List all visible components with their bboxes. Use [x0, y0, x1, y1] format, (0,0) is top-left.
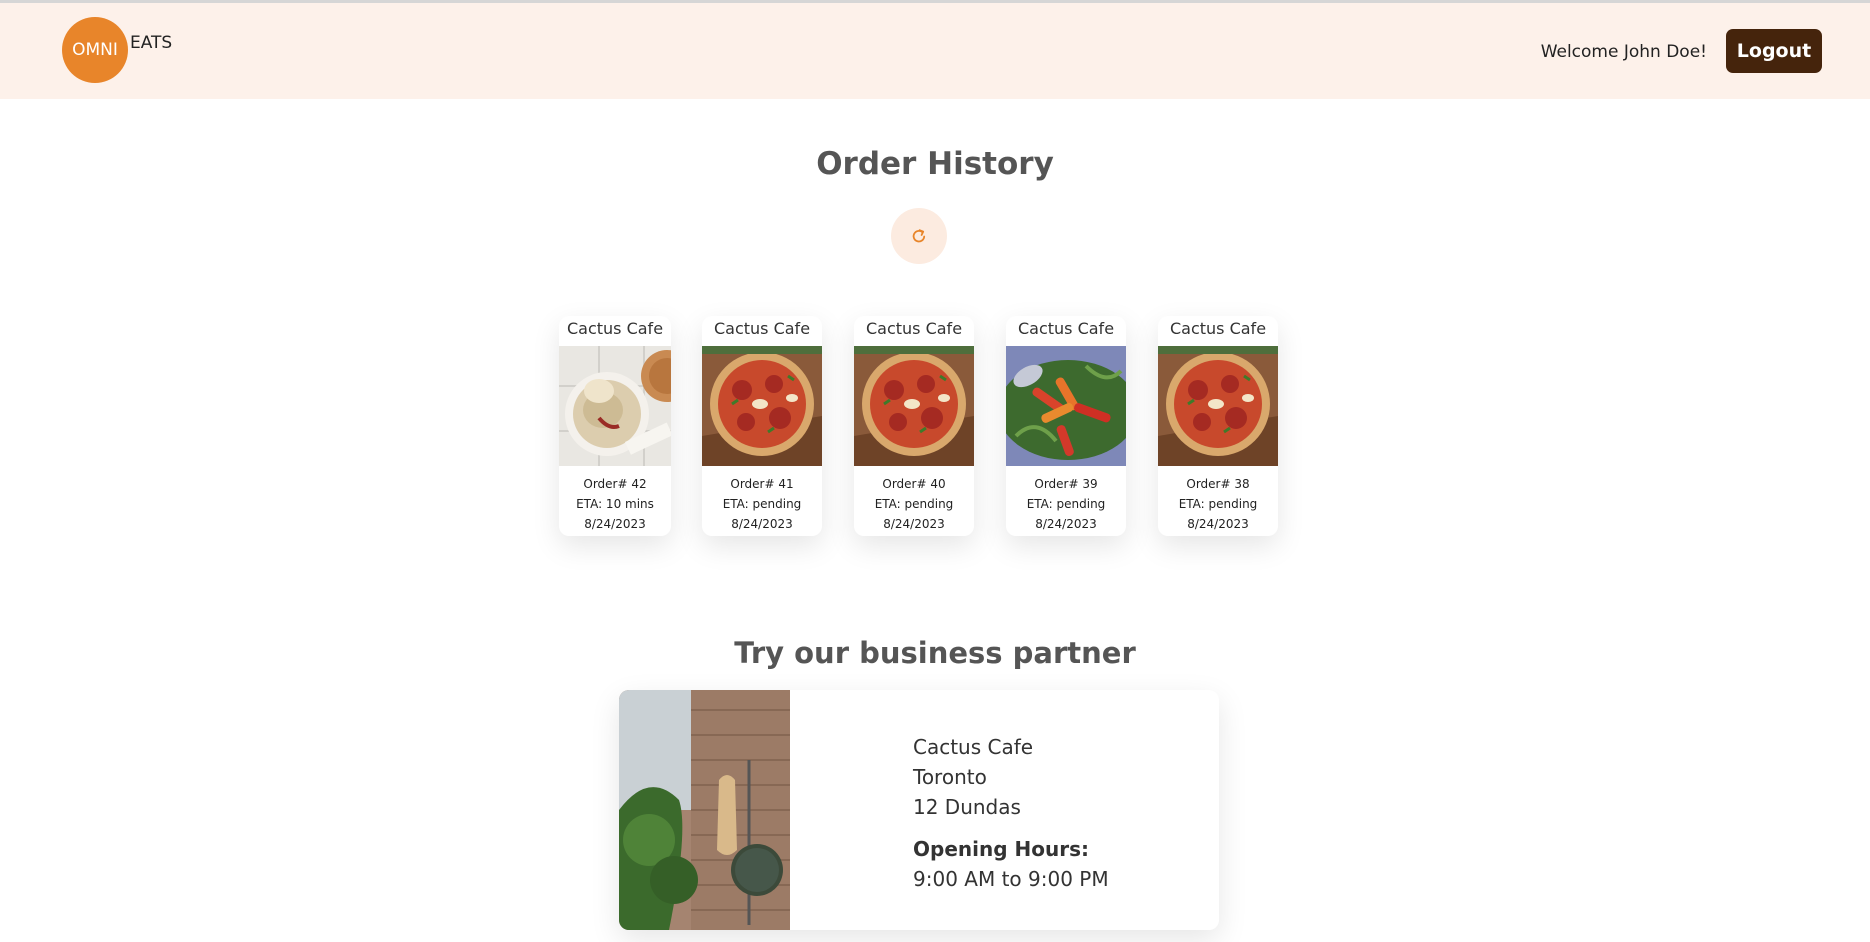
order-date: 8/24/2023: [1035, 517, 1097, 531]
order-image-vegetables: [1006, 346, 1126, 466]
partner-city: Toronto: [913, 765, 987, 789]
logo[interactable]: OMNI EATS: [62, 17, 172, 83]
order-number: Order# 39: [1034, 477, 1098, 491]
order-image-pizza: [1158, 346, 1278, 466]
order-number: Order# 42: [583, 477, 647, 491]
order-restaurant: Cactus Cafe: [1017, 319, 1115, 338]
welcome-message: Welcome John Doe!: [1540, 42, 1707, 62]
order-number: Order# 41: [730, 477, 794, 491]
order-date: 8/24/2023: [584, 517, 646, 531]
partner-info: Cactus Cafe Toronto 12 Dundas Opening Ho…: [913, 732, 1109, 894]
order-number: Order# 38: [1186, 477, 1250, 491]
order-card[interactable]: Cactus Cafe Order# 39 ETA: pending 8/24/…: [1006, 316, 1126, 536]
partner-section-title: Try our business partner: [734, 636, 1136, 670]
partner-name: Cactus Cafe: [913, 735, 1034, 759]
order-history-title: Order History: [816, 146, 1054, 182]
opening-hours-label: Opening Hours:: [913, 837, 1089, 861]
order-eta: ETA: pending: [874, 497, 954, 511]
logo-text: EATS: [130, 33, 173, 53]
order-date: 8/24/2023: [883, 517, 945, 531]
logout-button[interactable]: Logout: [1726, 29, 1822, 73]
order-image-pizza: [854, 346, 974, 466]
order-date: 8/24/2023: [1187, 517, 1249, 531]
partner-card[interactable]: Cactus Cafe Toronto 12 Dundas Opening Ho…: [619, 690, 1219, 930]
header: OMNI EATS Welcome John Doe! Logout: [0, 3, 1870, 99]
order-eta: ETA: 10 mins: [576, 497, 654, 511]
order-card[interactable]: Cactus Cafe Order# 38 ETA: pending 8/24/…: [1158, 316, 1278, 536]
order-restaurant: Cactus Cafe: [1169, 319, 1267, 338]
order-image-hummus: [559, 346, 671, 466]
order-eta: ETA: pending: [1026, 497, 1106, 511]
order-image-pizza: [702, 346, 822, 466]
order-list: Cactus Cafe Order# 42 ETA: 10 mins 8/24/…: [0, 316, 1870, 536]
opening-hours: 9:00 AM to 9:00 PM: [913, 867, 1109, 891]
logo-circle: OMNI: [62, 17, 128, 83]
refresh-button[interactable]: [891, 208, 947, 264]
order-restaurant: Cactus Cafe: [865, 319, 963, 338]
order-eta: ETA: pending: [1178, 497, 1258, 511]
partner-image-storefront: [619, 690, 790, 930]
order-card[interactable]: Cactus Cafe Order# 40 ETA: pending 8/24/…: [854, 316, 974, 536]
order-date: 8/24/2023: [731, 517, 793, 531]
order-restaurant: Cactus Cafe: [713, 319, 811, 338]
order-restaurant: Cactus Cafe: [566, 319, 664, 338]
order-eta: ETA: pending: [722, 497, 802, 511]
order-card[interactable]: Cactus Cafe Order# 41 ETA: pending 8/24/…: [702, 316, 822, 536]
refresh-icon: [912, 229, 926, 243]
order-number: Order# 40: [882, 477, 946, 491]
partner-address: 12 Dundas: [913, 795, 1021, 819]
order-card[interactable]: Cactus Cafe Order# 42 ETA: 10 mins 8/24/…: [559, 316, 671, 536]
